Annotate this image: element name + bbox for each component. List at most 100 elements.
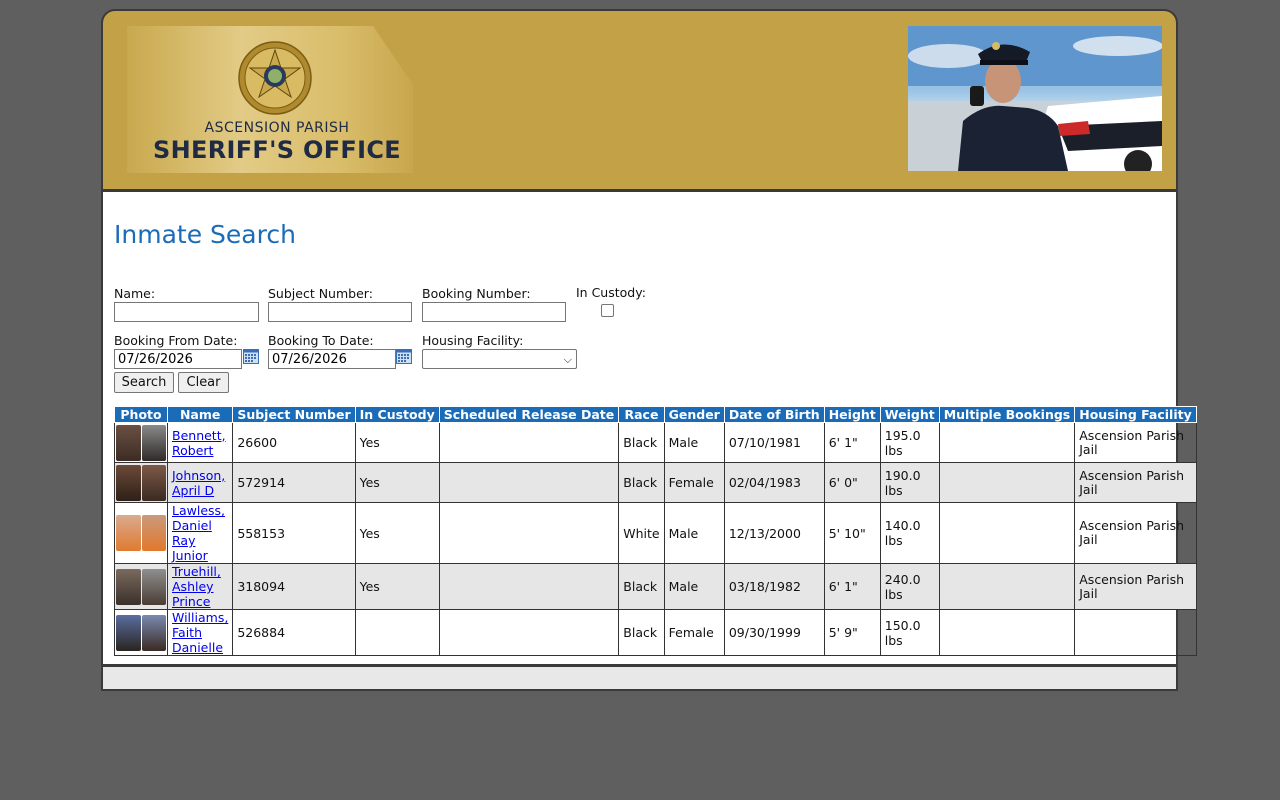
booking-number-label: Booking Number:: [422, 286, 531, 301]
photo-cell: [114, 502, 168, 564]
in-custody-checkbox[interactable]: [601, 304, 614, 317]
housing-facility-select[interactable]: ⌵: [422, 349, 577, 369]
col-multiple-bookings: Multiple Bookings: [938, 406, 1076, 423]
weight-cell: 195.0 lbs: [879, 422, 940, 463]
height-cell: 5' 9": [823, 609, 881, 656]
name-input[interactable]: [114, 302, 259, 322]
facility-cell: [1074, 609, 1197, 656]
dob-cell: 02/04/1983: [723, 462, 825, 503]
col-height: Height: [823, 406, 881, 423]
race-cell: Black: [618, 563, 665, 610]
deputy-banner-image: [908, 26, 1162, 171]
release-cell: [438, 563, 620, 610]
col-in-custody: In Custody: [354, 406, 440, 423]
subject-number-label: Subject Number:: [268, 286, 373, 301]
col-housing-facility: Housing Facility: [1074, 406, 1197, 423]
org-name-line2: SHERIFF'S OFFICE: [153, 136, 401, 164]
mugshot-thumbnail[interactable]: [116, 568, 166, 605]
weight-cell: 140.0 lbs: [879, 502, 940, 564]
dob-cell: 03/18/1982: [723, 563, 825, 610]
sheriff-logo[interactable]: ASCENSION PARISH SHERIFF'S OFFICE: [127, 26, 413, 173]
name-cell: Truehill, Ashley Prince: [166, 563, 234, 610]
to-calendar-icon[interactable]: [396, 349, 412, 364]
weight-cell: 190.0 lbs: [879, 462, 940, 503]
subject-number-input[interactable]: [268, 302, 412, 322]
name-label: Name:: [114, 286, 156, 301]
table-row: Bennett, Robert 26600 Yes Black Male 07/…: [114, 422, 1197, 463]
in-custody-label: In Custody:: [576, 285, 646, 300]
weight-cell: 240.0 lbs: [879, 563, 940, 610]
table-row: Johnson, April D 572914 Yes Black Female…: [114, 462, 1197, 503]
custody-cell: [354, 609, 440, 656]
booking-number-input[interactable]: [422, 302, 566, 322]
booking-to-date-label: Booking To Date:: [268, 333, 374, 348]
mugshot-thumbnail[interactable]: [116, 614, 166, 651]
photo-cell: [114, 563, 168, 610]
facility-cell: Ascension Parish Jail: [1074, 462, 1197, 503]
from-calendar-icon[interactable]: [243, 349, 259, 364]
release-cell: [438, 422, 620, 463]
table-row: Truehill, Ashley Prince 318094 Yes Black…: [114, 563, 1197, 610]
gender-cell: Male: [663, 502, 725, 564]
height-cell: 6' 0": [823, 462, 881, 503]
weight-cell: 150.0 lbs: [879, 609, 940, 656]
booking-to-date-input[interactable]: [268, 349, 396, 369]
sheriff-star-seal-icon: [238, 41, 312, 115]
gender-cell: Female: [663, 609, 725, 656]
race-cell: White: [618, 502, 665, 564]
table-row: Lawless, Daniel Ray Junior 558153 Yes Wh…: [114, 502, 1197, 564]
mugshot-thumbnail[interactable]: [116, 515, 166, 551]
height-cell: 6' 1": [823, 563, 881, 610]
page-title: Inmate Search: [114, 220, 296, 249]
inmate-name-link[interactable]: Williams, Faith Danielle: [172, 610, 228, 655]
col-gender: Gender: [663, 406, 725, 423]
col-scheduled-release: Scheduled Release Date: [438, 406, 620, 423]
gender-cell: Female: [663, 462, 725, 503]
facility-cell: Ascension Parish Jail: [1074, 563, 1197, 610]
table-row: Williams, Faith Danielle 526884 Black Fe…: [114, 609, 1197, 656]
dob-cell: 07/10/1981: [723, 422, 825, 463]
subject-cell: 318094: [232, 563, 356, 610]
housing-facility-label: Housing Facility:: [422, 333, 524, 348]
subject-cell: 572914: [232, 462, 356, 503]
mugshot-thumbnail[interactable]: [116, 464, 166, 501]
multiple-bookings-cell: [938, 609, 1076, 656]
inmate-name-link[interactable]: Lawless, Daniel Ray Junior: [172, 503, 225, 563]
race-cell: Black: [618, 609, 665, 656]
page-frame: ASCENSION PARISH SHERIFF'S OFFICE Inmate…: [101, 9, 1197, 691]
col-subject-number: Subject Number: [232, 406, 356, 423]
custody-cell: Yes: [354, 462, 440, 503]
height-cell: 6' 1": [823, 422, 881, 463]
mugshot-thumbnail[interactable]: [116, 424, 166, 461]
inmate-name-link[interactable]: Bennett, Robert: [172, 428, 226, 458]
race-cell: Black: [618, 462, 665, 503]
dob-cell: 09/30/1999: [723, 609, 825, 656]
subject-cell: 26600: [232, 422, 356, 463]
subject-cell: 526884: [232, 609, 356, 656]
release-cell: [438, 462, 620, 503]
release-cell: [438, 502, 620, 564]
inmate-name-link[interactable]: Truehill, Ashley Prince: [172, 564, 221, 609]
facility-cell: Ascension Parish Jail: [1074, 422, 1197, 463]
release-cell: [438, 609, 620, 656]
custody-cell: Yes: [354, 502, 440, 564]
custody-cell: Yes: [354, 563, 440, 610]
name-cell: Williams, Faith Danielle: [166, 609, 234, 656]
deputy-photo-icon: [908, 26, 1162, 171]
gender-cell: Male: [663, 422, 725, 463]
photo-cell: [114, 462, 168, 503]
photo-cell: [114, 422, 168, 463]
col-photo: Photo: [114, 406, 168, 423]
booking-from-date-input[interactable]: [114, 349, 242, 369]
photo-cell: [114, 609, 168, 656]
inmate-name-link[interactable]: Johnson, April D: [172, 468, 225, 498]
name-cell: Bennett, Robert: [166, 422, 234, 463]
clear-button[interactable]: Clear: [178, 372, 229, 393]
dob-cell: 12/13/2000: [723, 502, 825, 564]
multiple-bookings-cell: [938, 563, 1076, 610]
table-header-row: Photo Name Subject Number In Custody Sch…: [114, 406, 1197, 423]
custody-cell: Yes: [354, 422, 440, 463]
col-race: Race: [618, 406, 665, 423]
name-cell: Lawless, Daniel Ray Junior: [166, 502, 234, 564]
search-button[interactable]: Search: [114, 372, 174, 393]
